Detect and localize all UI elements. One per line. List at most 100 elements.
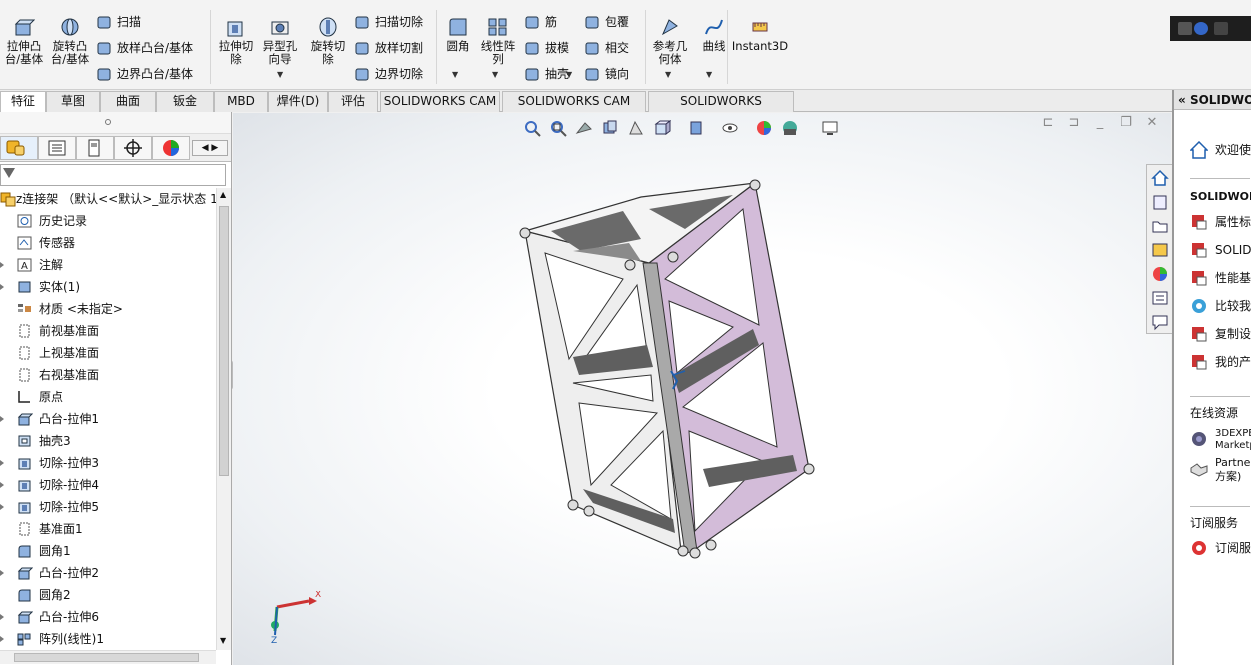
swept-cut-button[interactable]: 扫描切除 [354, 12, 423, 32]
handshake-icon [1190, 463, 1208, 477]
tab-6[interactable]: 评估 [328, 91, 378, 112]
hole-wizard-icon [271, 21, 289, 35]
feature-tree: z连接架 （默认<<默认>_显示状态 1>） 历史记录传感器 A 注解实体(1) 材质… [0, 188, 216, 650]
intersect-icon [585, 42, 599, 55]
mirror-button[interactable]: 镜向 [584, 64, 629, 84]
rib-button[interactable]: 筋 [524, 12, 557, 32]
fillet-dropdown-icon[interactable]: ▼ [452, 70, 458, 79]
reference-geometry-dropdown-icon[interactable]: ▼ [665, 70, 671, 79]
tab-1[interactable]: 草图 [46, 91, 100, 112]
tab-2[interactable]: 曲面 [100, 91, 156, 112]
panel-grip[interactable] [0, 112, 231, 134]
scroll-down-icon[interactable]: ▼ [220, 636, 226, 645]
extrude-boss-icon [14, 19, 35, 36]
graphics-area[interactable]: ⊏ ⊐ _ ❐ ✕ X Z [233, 113, 1171, 665]
pattern-dropdown-icon[interactable]: ▼ [492, 70, 498, 79]
tree-node-label: 圆角2 [39, 588, 71, 602]
intersect-button[interactable]: 相交 [584, 38, 629, 58]
loft-boss-button[interactable]: 放样凸台/基体 [96, 38, 193, 58]
property-manager-tab[interactable] [38, 136, 76, 160]
shell-button[interactable]: 抽壳 [524, 64, 569, 84]
expand-arrow-icon[interactable] [0, 284, 4, 290]
ribbon-label: 圆角 [446, 39, 470, 53]
hole-wizard-button[interactable]: 异型孔 向导 [256, 16, 304, 66]
display-manager-tab[interactable] [152, 136, 190, 160]
revolve-boss-button[interactable]: 旋转凸 台/基体 [46, 16, 94, 66]
subscription-icon [1192, 541, 1206, 555]
scroll-up-icon[interactable]: ▲ [220, 190, 226, 199]
reference-geometry-button[interactable]: 参考几 何体 [646, 16, 694, 66]
tree-filter-box[interactable] [0, 164, 226, 186]
help-icon[interactable] [1194, 22, 1208, 35]
bolt-hole [667, 251, 679, 263]
configuration-manager-tab[interactable] [76, 136, 114, 160]
wrap-button[interactable]: 包覆 [584, 12, 629, 32]
bolt-hole [519, 227, 531, 239]
forum-tab-icon[interactable] [1151, 313, 1169, 331]
tree-node-label: 上视基准面 [39, 346, 100, 360]
truss-frame-model[interactable] [233, 113, 1171, 665]
tree-node-label: 右视基准面 [39, 368, 100, 382]
extrude-boss-button[interactable]: 拉伸凸 台/基体 [0, 16, 48, 66]
custom-properties-tab-icon[interactable] [1151, 289, 1169, 307]
keyboard-icon[interactable] [1178, 22, 1192, 35]
home-tab-icon[interactable] [1151, 169, 1169, 187]
cut-icon [18, 502, 31, 514]
user-icon[interactable] [1214, 22, 1228, 35]
draft-button[interactable]: 拔模 [524, 38, 569, 58]
history-icon [17, 214, 32, 228]
instant3d-button[interactable]: Instant3D [730, 16, 790, 53]
tree-root-part[interactable]: z连接架 （默认<<默认>_显示状态 1>） [0, 188, 216, 210]
annotation-icon: A [17, 258, 32, 272]
expand-arrow-icon[interactable] [0, 570, 4, 576]
plane-icon [19, 346, 30, 360]
file-explorer-tab-icon[interactable] [1151, 217, 1169, 235]
draft-icon [525, 42, 539, 55]
expand-arrow-icon[interactable] [0, 460, 4, 466]
view-palette-tab-icon[interactable] [1151, 241, 1169, 259]
design-library-tab-icon[interactable] [1151, 193, 1169, 211]
boundary-cut-button[interactable]: 边界切除 [354, 64, 423, 84]
tab-3[interactable]: 钣金 [156, 91, 214, 112]
rib-dropdown-icon[interactable]: ▼ [566, 70, 572, 79]
extrude-cut-button[interactable]: 拉伸切 除 [212, 16, 260, 66]
linear-pattern-button[interactable]: 线性阵 列 [474, 16, 522, 66]
hole-wizard-dropdown-icon[interactable]: ▼ [277, 70, 283, 79]
lofted-cut-button[interactable]: 放样切割 [354, 38, 423, 58]
feature-manager-tab[interactable] [0, 136, 38, 160]
collapse-icon[interactable]: « [1178, 93, 1190, 107]
plane-icon [19, 522, 30, 536]
online-resources-title: 在线资源 [1190, 406, 1239, 420]
tab-5[interactable]: 焊件(D) [268, 91, 328, 112]
ribbon-separator [727, 10, 728, 84]
tab-0[interactable]: 特征 [0, 91, 46, 113]
expand-arrow-icon[interactable] [0, 614, 4, 620]
expand-arrow-icon[interactable] [0, 504, 4, 510]
plane-icon [19, 368, 30, 382]
ribbon-label: 放样切割 [375, 41, 424, 55]
shell-icon [525, 68, 539, 81]
wrap-icon [585, 16, 599, 29]
expand-arrow-icon[interactable] [0, 416, 4, 422]
curves-dropdown-icon[interactable]: ▼ [706, 70, 712, 79]
tab-9[interactable]: SOLIDWORKS Inspection [648, 91, 794, 127]
revolve-cut-button[interactable]: 旋转切 除 [304, 16, 352, 66]
expand-arrow-icon[interactable] [0, 636, 4, 642]
tab-4[interactable]: MBD [214, 91, 268, 112]
appearances-tab-icon[interactable] [1151, 265, 1169, 283]
expand-arrow-icon[interactable] [0, 482, 4, 488]
sweep-boss-button[interactable]: 扫描 [96, 12, 141, 32]
tab-7[interactable]: SOLIDWORKS CAM [380, 91, 500, 112]
boundary-boss-button[interactable]: 边界凸台/基体 [96, 64, 193, 84]
tab-scroll-arrows[interactable]: ◀ ▶ [192, 140, 228, 156]
boundary-cut-icon [355, 68, 369, 81]
globe-icon [1192, 432, 1206, 446]
dimxpert-tab[interactable] [114, 136, 152, 160]
task-pane-header[interactable]: « SOLIDWORKS资源 [1174, 90, 1251, 110]
tree-horizontal-scrollbar[interactable] [0, 650, 216, 664]
reference-triad: X Z [271, 591, 321, 646]
tree-vertical-scrollbar[interactable]: ▲ ▼ [216, 188, 231, 650]
tab-8[interactable]: SOLIDWORKS CAM TBM [502, 91, 646, 127]
bolt-hole [705, 539, 717, 551]
expand-arrow-icon[interactable] [0, 262, 4, 268]
